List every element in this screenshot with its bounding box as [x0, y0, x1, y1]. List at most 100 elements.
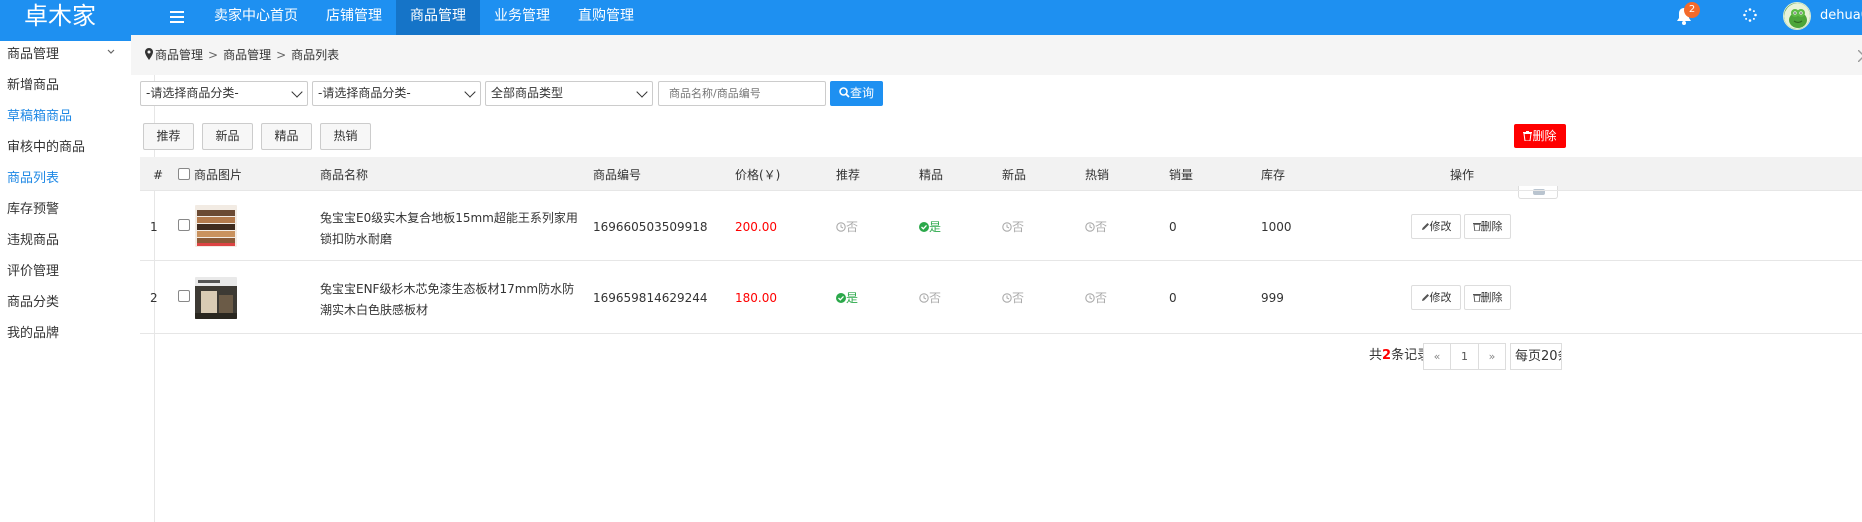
scroll-indicator[interactable]	[1518, 186, 1558, 199]
avatar[interactable]	[1783, 2, 1811, 30]
product-type-select-value: 全部商品类型	[491, 86, 564, 100]
product-thumbnail[interactable]	[195, 205, 237, 247]
edit-button-label: 修改	[1429, 220, 1452, 233]
clock-icon	[1002, 222, 1012, 232]
trash-icon	[1472, 223, 1481, 232]
pager-page-1[interactable]: 1	[1450, 343, 1479, 370]
row-checkbox[interactable]	[178, 219, 190, 231]
pager-total: 2	[1382, 348, 1392, 363]
menu-toggle-icon[interactable]	[168, 8, 186, 26]
check-circle-icon	[919, 222, 929, 232]
table-row-divider	[140, 333, 1862, 334]
query-button-label: 查询	[849, 86, 874, 100]
row-delete-button[interactable]: 删除	[1464, 285, 1511, 310]
page-size-select[interactable]: 每页20条	[1510, 343, 1562, 370]
hot-flag[interactable]: 否	[1085, 218, 1107, 236]
category-select-primary-value: -请选择商品分类-	[146, 86, 239, 100]
sidebar-item-product-list[interactable]: 商品列表	[7, 169, 59, 189]
table-row-divider	[140, 190, 1862, 191]
sidebar-section-product-management[interactable]: 商品管理	[7, 45, 59, 65]
row-index: 2	[150, 291, 158, 305]
refresh-icon[interactable]	[1742, 8, 1758, 24]
col-code: 商品编号	[593, 168, 642, 182]
location-pin-icon	[145, 48, 153, 60]
chevron-down-icon	[464, 86, 476, 98]
product-sales: 0	[1169, 291, 1177, 305]
col-new: 新品	[1002, 168, 1027, 182]
sidebar-item-drafts[interactable]: 草稿箱商品	[7, 107, 72, 127]
pager-prev-button[interactable]: «	[1423, 343, 1451, 370]
category-select-secondary[interactable]: -请选择商品分类-	[312, 81, 481, 106]
sidebar-item-brands[interactable]: 我的品牌	[7, 324, 59, 344]
col-price: 价格(￥)	[735, 168, 781, 182]
edit-button[interactable]: 修改	[1411, 285, 1461, 310]
table-row-divider	[140, 260, 1862, 261]
sidebar-item-violations[interactable]: 违规商品	[7, 231, 59, 251]
batch-delete-label: 删除	[1532, 129, 1557, 143]
pencil-icon	[1421, 294, 1429, 301]
premium-button[interactable]: 精品	[261, 123, 312, 150]
product-name[interactable]: 兔宝宝E0级实木复合地板15mm超能王系列家用锁扣防水耐磨	[320, 208, 585, 250]
edit-button[interactable]: 修改	[1411, 214, 1461, 239]
product-code: 169659814629244	[593, 291, 708, 305]
new-flag[interactable]: 否	[1002, 218, 1024, 236]
row-checkbox[interactable]	[178, 290, 190, 302]
expand-icon[interactable]	[1858, 50, 1862, 62]
check-circle-icon	[836, 293, 846, 303]
product-type-select[interactable]: 全部商品类型	[485, 81, 653, 106]
search-input[interactable]	[658, 81, 826, 106]
col-sales: 销量	[1169, 168, 1194, 182]
premium-flag-label: 是	[929, 220, 942, 234]
recommend-flag-label: 否	[846, 220, 859, 234]
chevron-down-icon[interactable]	[107, 48, 117, 58]
recommend-flag[interactable]: 否	[836, 218, 858, 236]
breadcrumb-item[interactable]: 商品管理	[223, 46, 271, 64]
breadcrumb-item[interactable]: 商品管理	[155, 46, 203, 64]
row-index: 1	[150, 220, 158, 234]
sidebar-item-stock-alert[interactable]: 库存预警	[7, 200, 59, 220]
batch-delete-button[interactable]: 删除	[1514, 124, 1566, 148]
sidebar-item-reviews[interactable]: 评价管理	[7, 262, 59, 282]
new-flag-label: 否	[1012, 220, 1025, 234]
search-icon	[839, 87, 850, 98]
premium-flag[interactable]: 否	[919, 289, 941, 307]
sidebar-item-under-review[interactable]: 审核中的商品	[7, 138, 85, 158]
breadcrumb-item-current: 商品列表	[291, 48, 340, 62]
sidebar-item-categories[interactable]: 商品分类	[7, 293, 59, 313]
breadcrumb-bar	[131, 35, 1862, 75]
breadcrumb: 商品管理 > 商品管理 > 商品列表	[155, 46, 339, 64]
select-all-checkbox[interactable]	[178, 168, 190, 180]
query-button[interactable]: 查询	[830, 81, 883, 106]
username[interactable]: dehua0	[1820, 0, 1862, 32]
product-price: 180.00	[735, 291, 777, 305]
chevron-down-icon	[291, 86, 303, 98]
row-delete-label: 删除	[1480, 220, 1503, 233]
page-size-value: 每页20条	[1515, 349, 1561, 364]
premium-flag[interactable]: 是	[919, 218, 941, 236]
clock-icon	[1085, 293, 1095, 303]
product-stock: 999	[1261, 291, 1284, 305]
category-select-primary[interactable]: -请选择商品分类-	[140, 81, 308, 106]
col-hot: 热销	[1085, 168, 1110, 182]
new-flag[interactable]: 否	[1002, 289, 1024, 307]
col-stock: 库存	[1261, 168, 1286, 182]
premium-flag-label: 否	[929, 291, 942, 305]
pager-next-button[interactable]: »	[1478, 343, 1506, 370]
hot-flag[interactable]: 否	[1085, 289, 1107, 307]
col-recommend: 推荐	[836, 168, 861, 182]
new-flag-label: 否	[1012, 291, 1025, 305]
row-delete-button[interactable]: 删除	[1464, 214, 1511, 239]
product-name[interactable]: 兔宝宝ENF级杉木芯免漆生态板材17mm防水防潮实木白色肤感板材	[320, 279, 585, 321]
pencil-icon	[1421, 223, 1429, 230]
edit-button-label: 修改	[1429, 291, 1452, 304]
recommend-flag[interactable]: 是	[836, 289, 858, 307]
sidebar-item-add-product[interactable]: 新增商品	[7, 76, 59, 96]
brand-logo[interactable]: 卓木家	[24, 0, 96, 41]
pager-summary: 共2条记录	[1369, 347, 1430, 365]
recommend-button[interactable]: 推荐	[143, 123, 194, 150]
product-thumbnail[interactable]	[195, 277, 237, 319]
new-button[interactable]: 新品	[202, 123, 253, 150]
pager-prefix: 共	[1369, 348, 1383, 363]
notification-badge: 2	[1684, 2, 1700, 18]
hot-button[interactable]: 热销	[320, 123, 371, 150]
